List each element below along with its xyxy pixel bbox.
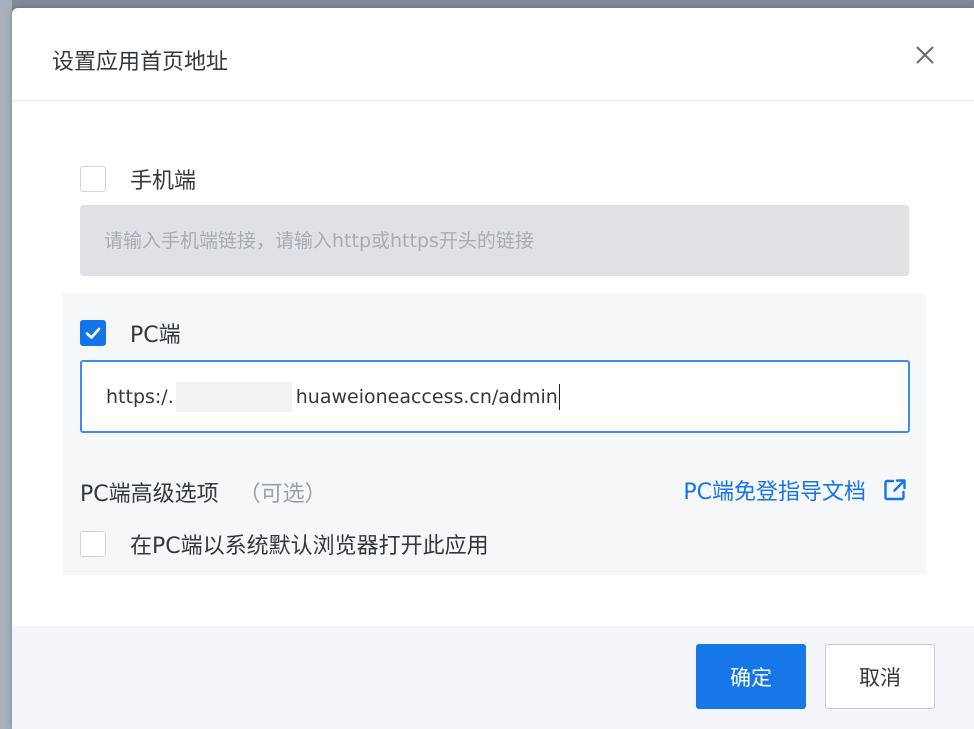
open-in-browser-checkbox[interactable] bbox=[80, 531, 106, 557]
pc-checkbox[interactable] bbox=[80, 320, 106, 346]
pc-url-prefix: https:/. bbox=[106, 385, 174, 408]
settings-dialog: 设置应用首页地址 手机端 PC端 https:/. huaweioneacces… bbox=[12, 8, 974, 729]
dialog-title: 设置应用首页地址 bbox=[52, 50, 229, 75]
open-in-browser-label: 在PC端以系统默认浏览器打开此应用 bbox=[130, 534, 489, 559]
pc-url-suffix: huaweioneaccess.cn/admin bbox=[295, 385, 558, 408]
pc-option: PC端 bbox=[80, 317, 181, 349]
pc-sso-guide-link[interactable]: PC端免登指导文档 bbox=[683, 474, 908, 506]
guide-link-label: PC端免登指导文档 bbox=[683, 480, 866, 505]
advanced-options-optional: （可选） bbox=[238, 482, 327, 507]
mobile-option: 手机端 bbox=[80, 163, 196, 195]
redacted-segment bbox=[175, 381, 292, 412]
check-icon bbox=[85, 327, 101, 339]
mobile-url-input[interactable] bbox=[80, 205, 909, 276]
close-button[interactable] bbox=[910, 40, 940, 70]
pc-label: PC端 bbox=[130, 323, 181, 348]
mobile-label: 手机端 bbox=[130, 169, 197, 194]
mobile-checkbox[interactable] bbox=[80, 166, 106, 192]
text-caret bbox=[558, 383, 561, 410]
close-icon bbox=[916, 46, 934, 64]
open-in-browser-option: 在PC端以系统默认浏览器打开此应用 bbox=[80, 528, 489, 560]
backdrop bbox=[0, 0, 12, 729]
pc-url-input[interactable]: https:/. huaweioneaccess.cn/admin bbox=[80, 360, 910, 433]
external-link-icon bbox=[884, 479, 906, 501]
dialog-header: 设置应用首页地址 bbox=[12, 8, 974, 101]
advanced-options-header: PC端高级选项 （可选） bbox=[80, 476, 327, 508]
advanced-options-title: PC端高级选项 bbox=[80, 482, 219, 507]
cancel-button[interactable]: 取消 bbox=[825, 644, 935, 709]
confirm-button[interactable]: 确定 bbox=[696, 644, 806, 709]
